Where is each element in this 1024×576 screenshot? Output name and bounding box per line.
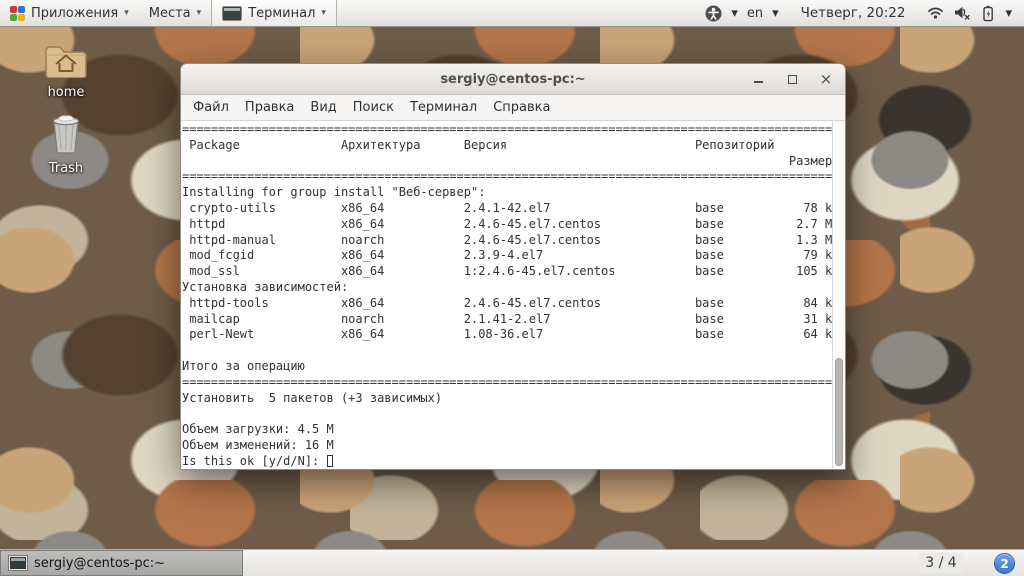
desktop-icon-trash[interactable]: Trash [34,112,98,176]
notification-badge[interactable]: 2 [994,553,1015,574]
clock[interactable]: Четверг, 20:22 [801,5,906,21]
scrollbar-track[interactable] [832,121,845,469]
chevron-down-icon: ▾ [321,8,326,18]
workspace-switcher[interactable]: 3 / 4 [918,553,964,573]
battery-charging-icon[interactable] [980,5,996,22]
terminal-app-label: Терминал [248,6,315,21]
maximize-button[interactable] [785,72,799,86]
trash-icon [48,112,84,154]
terminal-output: ========================================… [181,121,832,469]
desktop-icon-label: Trash [34,161,98,176]
terminal-window: sergiy@centos-pc:~ × ФайлПравкаВидПоискТ… [180,63,846,470]
terminal-window-icon [9,556,27,570]
terminal-menu-item[interactable]: Справка [485,97,558,118]
chevron-down-icon[interactable]: ▾ [1005,6,1012,21]
active-app-terminal-menu[interactable]: Терминал ▾ [211,0,337,26]
terminal-menu-item[interactable]: Терминал [402,97,485,118]
window-title: sergiy@centos-pc:~ [440,72,585,87]
terminal-window-icon [222,6,242,21]
terminal-menu-item[interactable]: Поиск [345,97,402,118]
taskbar-window-button[interactable]: sergiy@centos-pc:~ [0,550,243,576]
window-titlebar[interactable]: sergiy@centos-pc:~ × [181,64,845,95]
wifi-icon[interactable] [927,5,944,21]
volume-muted-icon[interactable] [953,5,971,21]
applications-icon [10,6,25,21]
maximize-icon [788,75,797,84]
terminal-menu-item[interactable]: Вид [302,97,344,118]
terminal-cursor [327,455,333,467]
desktop-icon-label: home [34,85,98,100]
notification-count: 2 [1000,557,1008,571]
bottom-panel: sergiy@centos-pc:~ 3 / 4 2 [0,549,1024,576]
terminal-menubar: ФайлПравкаВидПоискТерминалСправка [181,95,845,121]
chevron-down-icon[interactable]: ▾ [772,6,779,21]
minimize-icon [754,81,763,83]
scrollbar-thumb[interactable] [835,358,843,466]
keyboard-layout-indicator[interactable]: en [747,6,763,21]
places-menu[interactable]: Места ▾ [139,0,211,26]
applications-label: Приложения [31,6,118,21]
minimize-button[interactable] [751,72,765,86]
close-button[interactable]: × [819,72,833,86]
terminal-menu-item[interactable]: Файл [185,97,237,118]
accessibility-icon[interactable] [705,5,722,22]
taskbar-window-label: sergiy@centos-pc:~ [34,556,165,571]
places-label: Места [149,6,191,21]
terminal-screen[interactable]: ========================================… [181,121,845,469]
chevron-down-icon: ▾ [197,8,202,18]
home-folder-icon [43,42,89,78]
terminal-menu-item[interactable]: Правка [237,97,302,118]
top-panel: Приложения ▾ Места ▾ Терминал ▾ ▾ en ▾ [0,0,1024,27]
chevron-down-icon[interactable]: ▾ [731,6,738,21]
applications-menu[interactable]: Приложения ▾ [0,0,139,26]
close-icon: × [820,72,833,87]
workspace-indicator: 3 / 4 [925,555,956,571]
chevron-down-icon: ▾ [124,8,129,18]
desktop-icon-home[interactable]: home [34,42,98,100]
